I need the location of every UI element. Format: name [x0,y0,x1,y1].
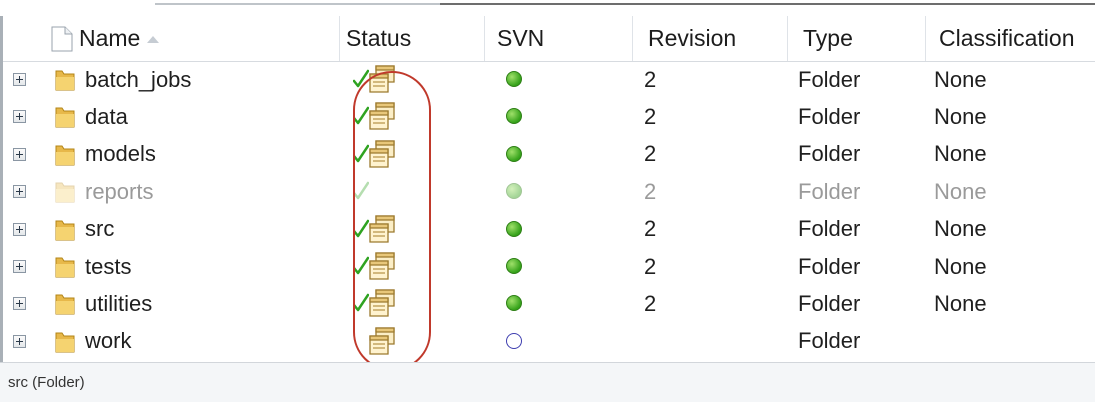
column-header-status[interactable]: Status [346,16,411,61]
status-bar: src (Folder) [0,362,1095,402]
expand-icon[interactable] [13,110,26,124]
table-row[interactable]: src 2 Folder None [3,211,1095,248]
table-row[interactable]: reports 2 Folder None [3,173,1095,210]
row-classification: None [934,216,987,242]
row-classification: None [934,66,987,92]
top-border-left [155,3,440,5]
folder-icon [54,330,76,354]
row-name[interactable]: tests [85,248,131,285]
row-revision: 2 [644,141,657,167]
folder-icon [54,143,76,167]
column-header-classification-label: Classification [939,25,1075,51]
column-separator[interactable] [632,16,633,61]
svn-ok-icon [506,258,522,274]
column-header-row: Name Status SVN Revision Type Classifica… [3,16,1095,62]
status-bar-text: src (Folder) [8,374,85,391]
row-revision: 2 [644,66,657,92]
svn-unversioned-icon [506,332,522,349]
folder-icon [54,255,76,279]
column-header-svn[interactable]: SVN [497,16,544,61]
table-row[interactable]: data 2 Folder None [3,98,1095,135]
row-type: Folder [798,328,861,354]
row-revision: 2 [644,216,657,242]
table-row[interactable]: tests 2 Folder None [3,248,1095,285]
svn-ok-icon [506,295,522,312]
column-header-svn-label: SVN [497,25,545,51]
svn-ok-icon [506,183,522,200]
folder-icon [54,68,76,92]
row-name[interactable]: models [85,136,156,173]
row-name[interactable]: batch_jobs [85,61,191,98]
row-revision: 2 [644,103,657,129]
column-header-type[interactable]: Type [803,16,853,61]
row-type: Folder [798,216,861,242]
row-type: Folder [798,178,861,204]
row-revision: 2 [644,290,657,316]
expand-icon[interactable] [13,147,26,161]
row-type: Folder [798,66,861,92]
red-annotation-ellipse [353,71,431,371]
column-separator[interactable] [484,16,485,61]
column-header-type-label: Type [803,25,853,51]
expand-icon[interactable] [13,260,26,273]
column-separator[interactable] [787,16,788,61]
table-row[interactable]: models 2 Folder None [3,136,1095,173]
sort-ascending-icon [147,35,160,43]
row-name[interactable]: utilities [85,285,152,322]
expand-icon[interactable] [13,73,26,86]
column-header-classification[interactable]: Classification [939,16,1075,61]
column-header-revision-label: Revision [648,25,737,51]
row-type: Folder [798,103,861,129]
row-type: Folder [798,290,861,316]
svn-ok-icon [506,220,522,237]
row-name[interactable]: work [85,323,131,360]
column-header-name-label: Name [79,25,141,51]
table-row[interactable]: work Folder [3,323,1095,360]
folder-icon [54,292,76,316]
expand-icon[interactable] [13,222,26,236]
expand-icon[interactable] [13,297,26,311]
row-classification: None [934,290,987,316]
table-row[interactable]: batch_jobs 2 Folder None [3,61,1095,98]
folder-icon [54,180,76,204]
row-revision: 2 [644,178,657,204]
row-classification: None [934,253,987,279]
column-separator[interactable] [925,16,926,61]
row-name[interactable]: data [85,98,128,135]
svn-ok-icon [506,145,522,162]
expand-icon[interactable] [13,334,26,348]
expand-icon[interactable] [13,185,26,199]
row-revision: 2 [644,253,657,279]
row-name[interactable]: reports [85,173,153,210]
svn-ok-icon [506,108,522,125]
svn-ok-icon [506,71,522,87]
top-border-right [440,3,1095,5]
row-classification: None [934,103,987,129]
folder-icon [54,105,76,129]
column-header-revision[interactable]: Revision [648,16,736,61]
table-row[interactable]: utilities 2 Folder None [3,285,1095,322]
row-classification: None [934,178,987,204]
row-classification: None [934,141,987,167]
column-separator[interactable] [339,16,340,61]
row-type: Folder [798,141,861,167]
column-header-status-label: Status [346,25,412,51]
folder-icon [54,218,76,242]
file-icon [51,26,73,51]
row-name[interactable]: src [85,211,114,248]
column-header-name[interactable]: Name [51,16,160,61]
row-type: Folder [798,253,861,279]
